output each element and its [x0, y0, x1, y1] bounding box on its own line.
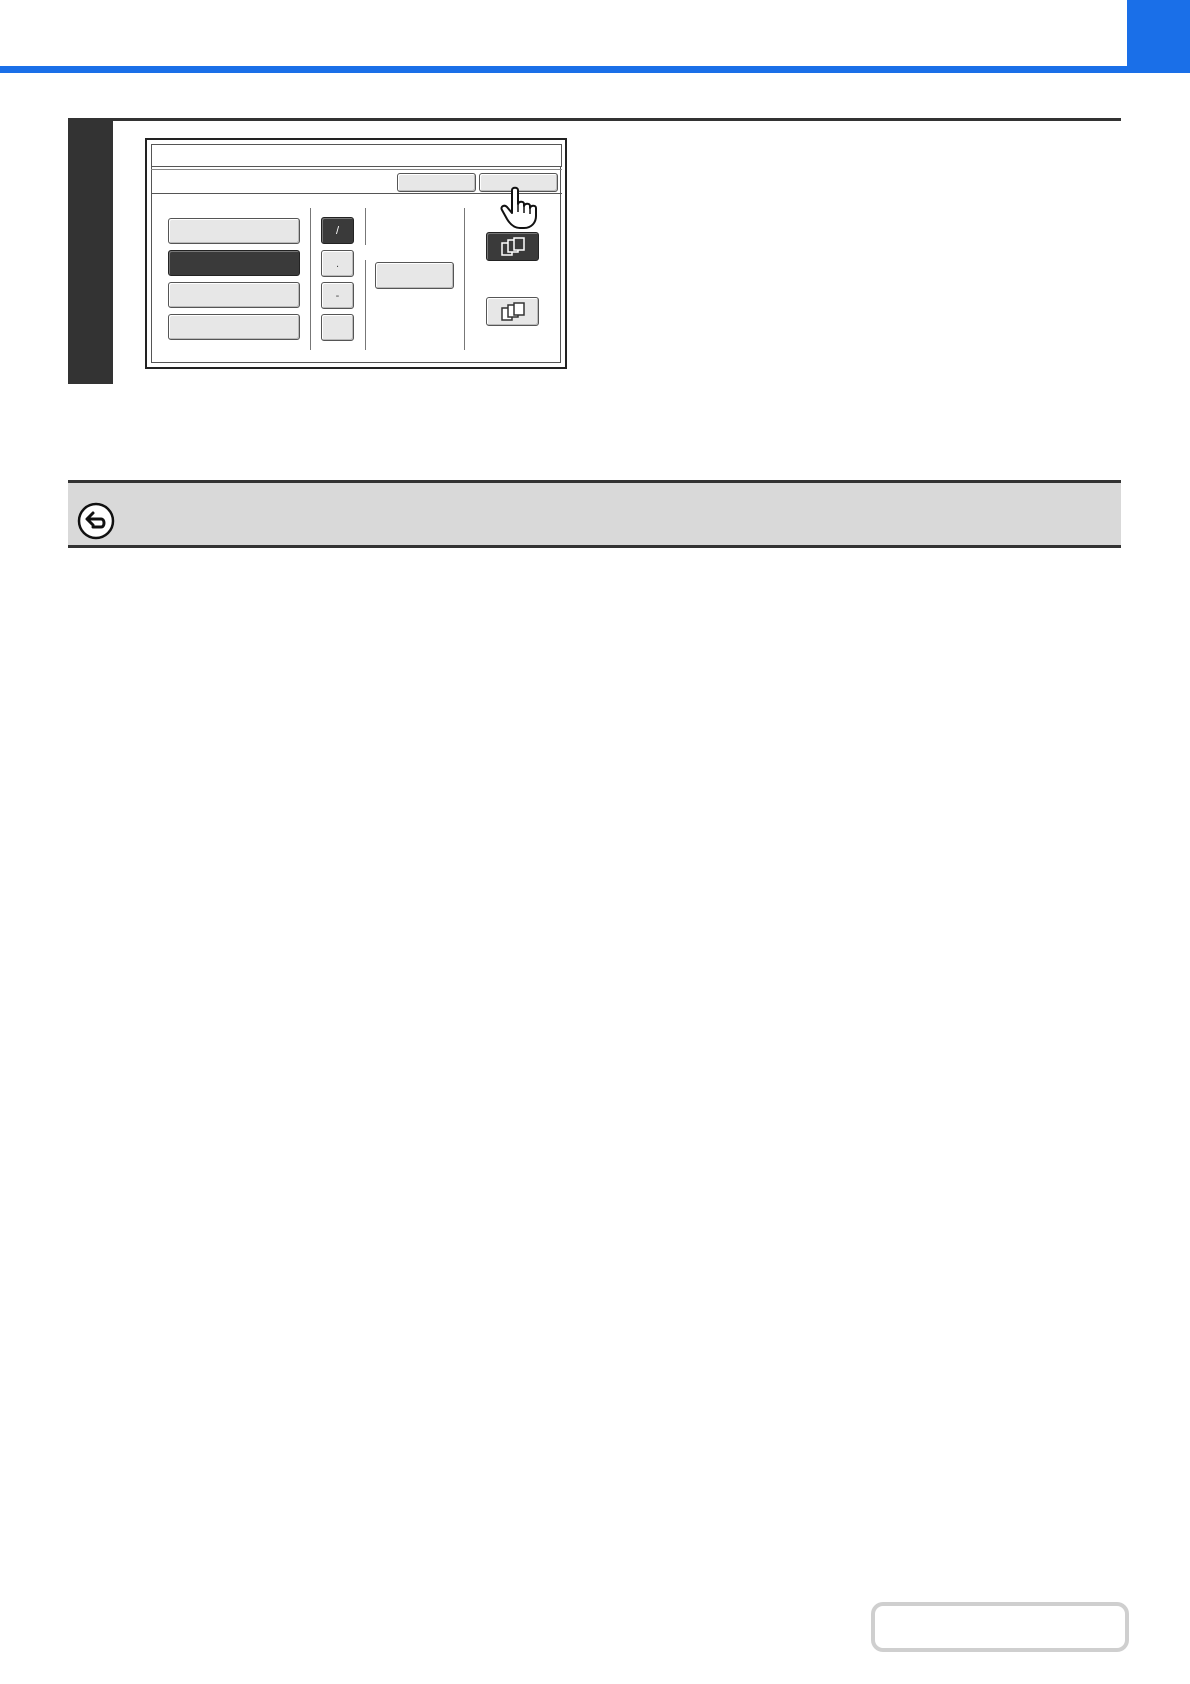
header-tab — [1127, 0, 1190, 73]
step-rule — [113, 118, 1121, 121]
blank-key[interactable] — [321, 314, 354, 341]
header-bar — [0, 0, 1127, 73]
slash-key[interactable]: / — [321, 217, 354, 244]
copy-mode-button-1[interactable] — [486, 232, 539, 261]
column-divider-2a — [365, 208, 366, 245]
note-bar — [68, 480, 1121, 548]
column-divider-2b — [365, 260, 366, 350]
panel-title — [151, 144, 562, 167]
step-number-block — [68, 118, 113, 384]
copy-mode-button-2[interactable] — [486, 297, 539, 326]
toolbar-left-button[interactable] — [397, 173, 476, 192]
middle-button[interactable] — [375, 262, 454, 289]
period-key[interactable]: . — [321, 250, 354, 277]
copy-pages-icon — [500, 301, 525, 321]
pointing-hand-icon — [500, 186, 537, 229]
toolbar-divider-top — [151, 169, 562, 170]
hyphen-key[interactable]: - — [321, 282, 354, 309]
option-button-4[interactable] — [168, 314, 300, 340]
option-button-1[interactable] — [168, 218, 300, 244]
option-button-2[interactable] — [168, 250, 300, 276]
column-divider-1 — [310, 208, 311, 350]
page-indicator — [871, 1602, 1129, 1652]
column-divider-3 — [464, 208, 465, 350]
copy-pages-icon — [500, 236, 525, 256]
back-arrow-icon — [77, 502, 115, 540]
option-button-3[interactable] — [168, 282, 300, 308]
